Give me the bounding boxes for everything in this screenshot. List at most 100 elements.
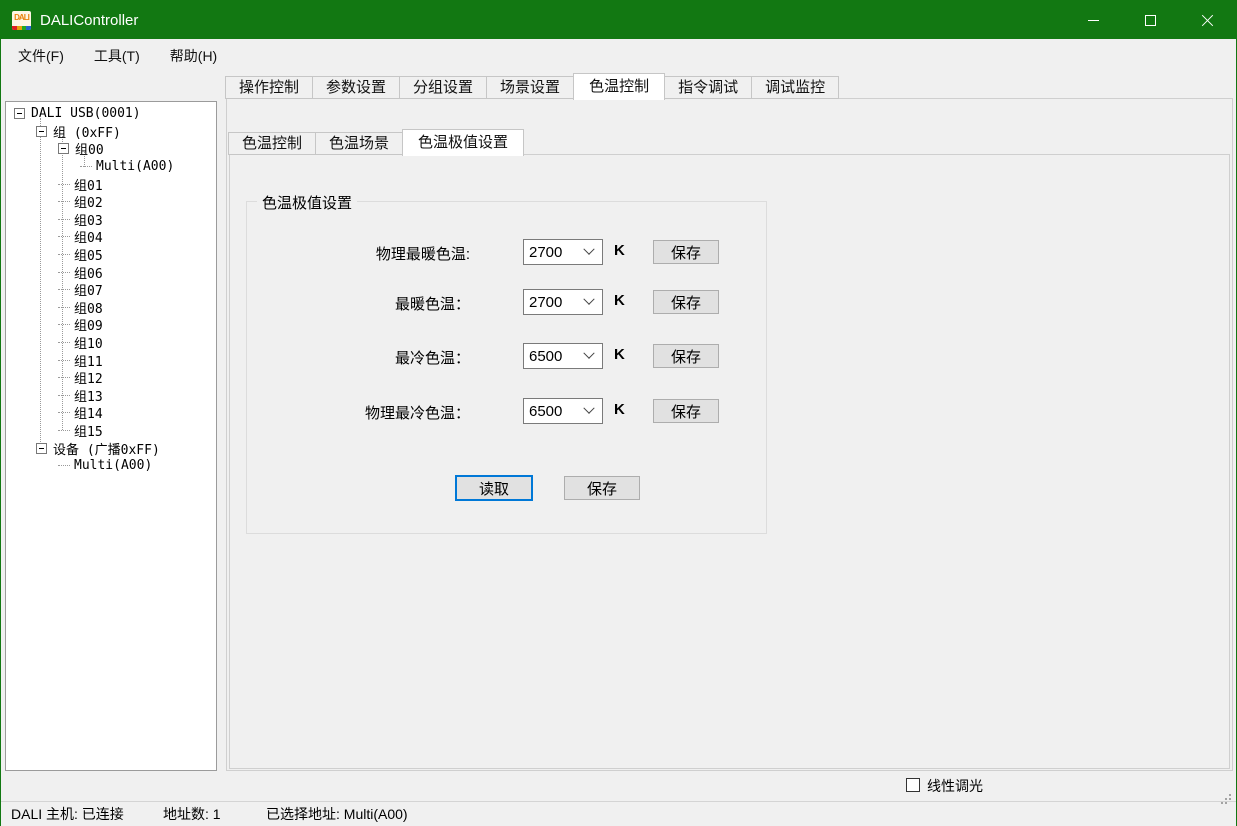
close-icon [1201, 14, 1214, 27]
tree-item[interactable]: 组14 [6, 404, 216, 422]
close-button[interactable] [1179, 1, 1236, 39]
tree-item[interactable]: 组06 [6, 263, 216, 281]
ct-value-combobox[interactable]: 6500 [523, 398, 603, 424]
menu-item[interactable]: 帮助(H) [157, 41, 230, 71]
row-save-button[interactable]: 保存 [653, 344, 719, 368]
tree-item[interactable]: 组03 [6, 211, 216, 229]
main-tab[interactable]: 参数设置 [312, 76, 400, 99]
tree-item-label: DALI USB(0001) [31, 106, 141, 121]
app-icon-color-strip [12, 26, 31, 30]
tree-item-label: 组 (0xFF) [53, 122, 121, 141]
read-button[interactable]: 读取 [455, 475, 533, 501]
tree-item[interactable]: Multi(A00) [6, 158, 216, 176]
row-save-button[interactable]: 保存 [653, 290, 719, 314]
tree-item-label: 组02 [74, 192, 103, 211]
app-icon: DALI [12, 11, 31, 30]
tree-leaf-connector [58, 324, 70, 325]
tree-item-label: 组09 [74, 315, 103, 334]
resize-grip-icon[interactable] [1229, 802, 1231, 804]
main-tab[interactable]: 指令调试 [664, 76, 752, 99]
row-save-button[interactable]: 保存 [653, 240, 719, 264]
tree-item[interactable]: 组12 [6, 369, 216, 387]
tree-item[interactable]: 组10 [6, 334, 216, 352]
tree-item-label: Multi(A00) [74, 458, 152, 473]
main-tab[interactable]: 色温控制 [573, 73, 665, 100]
device-tree-panel: DALI USB(0001) 组 (0xFF) 组00 Multi(A00) 组… [5, 101, 217, 771]
collapse-minus-icon[interactable] [58, 143, 69, 154]
tree-item[interactable]: 组05 [6, 246, 216, 264]
row-save-button[interactable]: 保存 [653, 399, 719, 423]
save-all-button[interactable]: 保存 [564, 476, 640, 500]
footer-row: 线性调光 [1, 771, 1236, 801]
tree-item[interactable]: 组08 [6, 299, 216, 317]
maximize-button[interactable] [1122, 1, 1179, 39]
tree-item-label: 组14 [74, 403, 103, 422]
tree-item-label: Multi(A00) [96, 159, 174, 174]
tree-item[interactable]: 组00 [6, 140, 216, 158]
status-selected-address: 已选择地址: Multi(A00) [266, 802, 408, 826]
tree-item-label: 组03 [74, 210, 103, 229]
tree-leaf-connector [58, 412, 70, 413]
main-tab[interactable]: 场景设置 [486, 76, 574, 99]
kelvin-unit-label: K [614, 292, 625, 309]
tree-item-label: 组12 [74, 368, 103, 387]
ct-limit-label: 最暖色温： [395, 293, 470, 314]
collapse-minus-icon[interactable] [14, 108, 25, 119]
tree-item[interactable]: DALI USB(0001) [6, 105, 216, 123]
sub-tab[interactable]: 色温极值设置 [402, 129, 524, 156]
status-host: DALI 主机: 已连接 [11, 802, 124, 826]
chevron-down-icon [583, 348, 594, 359]
collapse-minus-icon[interactable] [36, 443, 47, 454]
linear-dimming-checkbox[interactable] [906, 778, 920, 792]
sub-tab[interactable]: 色温控制 [228, 132, 316, 155]
ct-limit-row: 最冷色温： 6500 K 保存 [247, 343, 766, 369]
tree-leaf-connector [58, 465, 70, 466]
combobox-value: 6500 [524, 403, 585, 420]
main-tab[interactable]: 调试监控 [751, 76, 839, 99]
kelvin-unit-label: K [614, 401, 625, 418]
main-tab-strip: 操作控制 参数设置 分组设置 场景设置 色温控制 指令调试 调试监控 [226, 73, 839, 100]
minimize-button[interactable] [1065, 1, 1122, 39]
tree-item[interactable]: 组04 [6, 228, 216, 246]
tree-item-label: 组11 [74, 351, 103, 370]
kelvin-unit-label: K [614, 242, 625, 259]
tree-item[interactable]: 组15 [6, 422, 216, 440]
main-tab[interactable]: 分组设置 [399, 76, 487, 99]
tree-item[interactable]: 组11 [6, 351, 216, 369]
linear-dimming-label: 线性调光 [927, 776, 983, 796]
menu-item[interactable]: 工具(T) [81, 41, 153, 71]
device-tree: DALI USB(0001) 组 (0xFF) 组00 Multi(A00) 组… [6, 102, 216, 474]
tree-item-label: 设备 (广播0xFF) [53, 439, 160, 458]
tree-leaf-connector [58, 219, 70, 220]
tree-item[interactable]: Multi(A00) [6, 457, 216, 475]
window-controls [1065, 1, 1236, 39]
main-tab[interactable]: 操作控制 [225, 76, 313, 99]
ct-value-combobox[interactable]: 2700 [523, 239, 603, 265]
tree-item[interactable]: 组02 [6, 193, 216, 211]
tree-item-label: 组08 [74, 298, 103, 317]
status-bar: DALI 主机: 已连接 地址数: 1 已选择地址: Multi(A00) [1, 801, 1236, 826]
tree-item[interactable]: 组01 [6, 175, 216, 193]
tree-item[interactable]: 组09 [6, 316, 216, 334]
menu-item[interactable]: 文件(F) [5, 41, 77, 71]
sub-tab[interactable]: 色温场景 [315, 132, 403, 155]
tree-item[interactable]: 组07 [6, 281, 216, 299]
minimize-icon [1088, 20, 1099, 21]
tree-item-label: 组06 [74, 263, 103, 282]
tree-leaf-connector [58, 377, 70, 378]
tree-leaf-connector [58, 254, 70, 255]
ct-value-combobox[interactable]: 2700 [523, 289, 603, 315]
ct-limit-label: 物理最暖色温: [376, 243, 470, 264]
tree-leaf-connector [58, 201, 70, 202]
tree-item[interactable]: 组13 [6, 387, 216, 405]
groupbox-title: 色温极值设置 [257, 192, 357, 213]
tree-item[interactable]: 设备 (广播0xFF) [6, 439, 216, 457]
collapse-minus-icon[interactable] [36, 126, 47, 137]
combobox-value: 2700 [524, 294, 585, 311]
tree-item[interactable]: 组 (0xFF) [6, 123, 216, 141]
ct-limit-label: 最冷色温： [395, 347, 470, 368]
ct-value-combobox[interactable]: 6500 [523, 343, 603, 369]
ct-limit-row: 最暖色温： 2700 K 保存 [247, 289, 766, 315]
tree-leaf-connector [58, 272, 70, 273]
tree-item-label: 组13 [74, 386, 103, 405]
